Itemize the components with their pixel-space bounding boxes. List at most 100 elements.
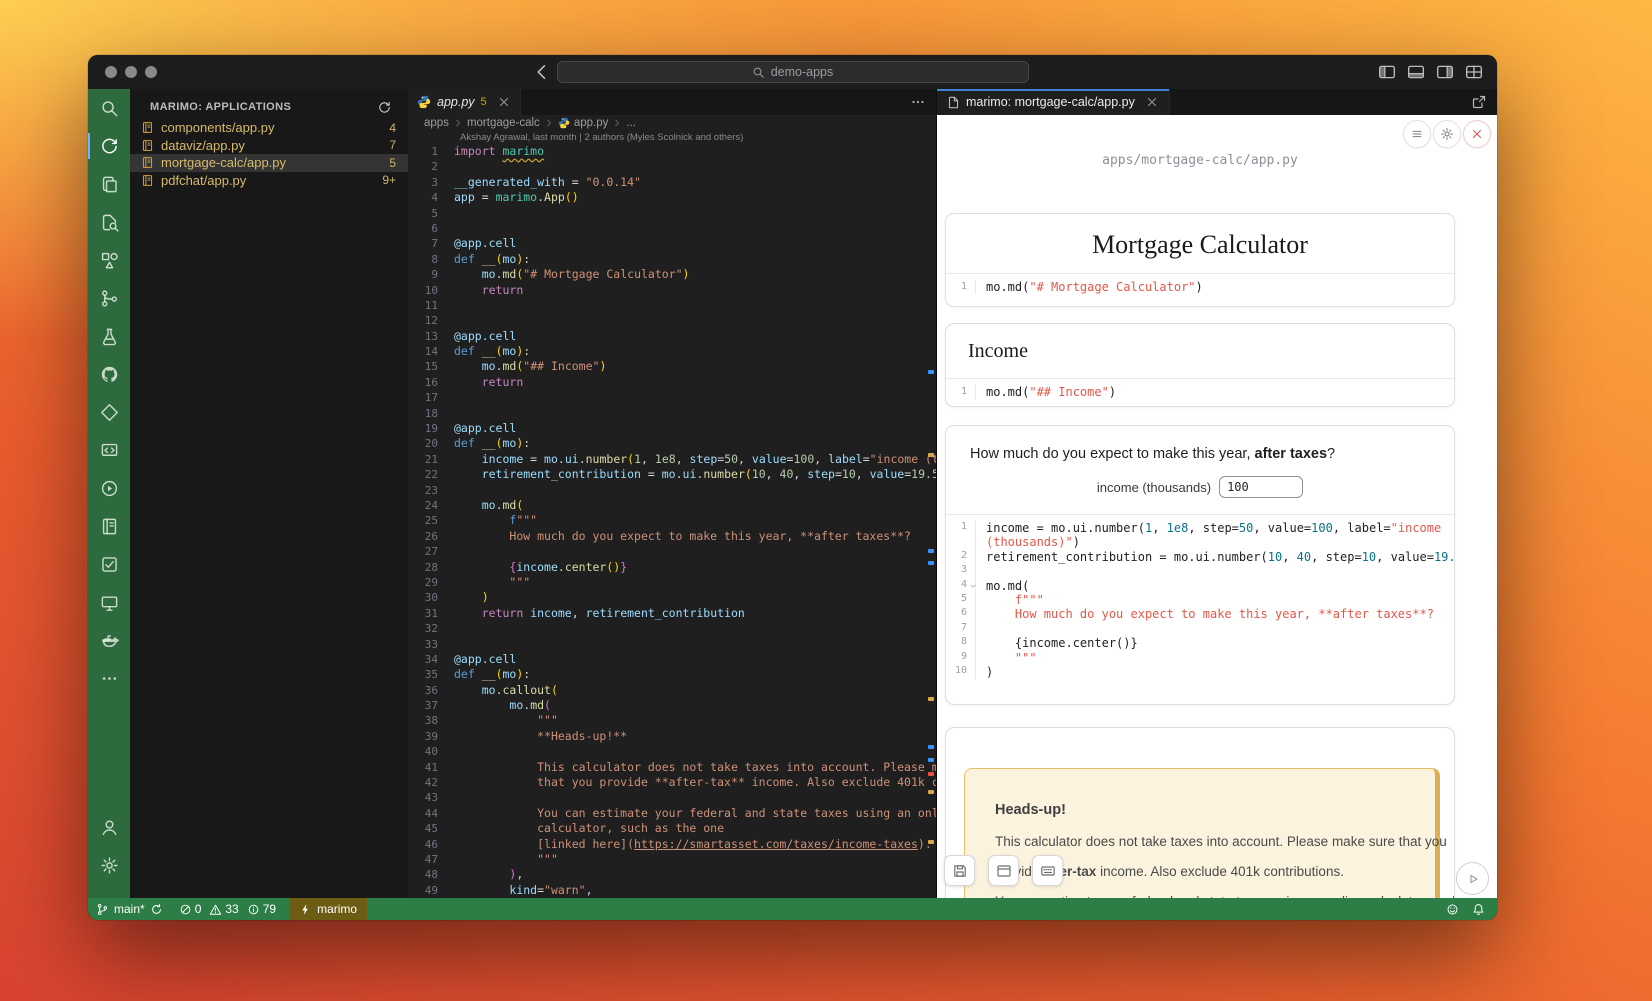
- callout-line3: You can estimate your federal and state …: [995, 891, 1419, 898]
- activity-item-shapes[interactable]: [88, 241, 130, 279]
- line-number: 13: [408, 329, 454, 344]
- code-line: 39 **Heads-up!**: [408, 729, 936, 744]
- income-input[interactable]: [1219, 476, 1303, 498]
- code-line: 28 {income.center()}: [408, 560, 936, 575]
- feedback-smiley-icon[interactable]: [1446, 903, 1459, 916]
- code-line: 9 mo.md("# Mortgage Calculator"): [408, 267, 936, 282]
- code-editor[interactable]: Akshay Agrawal, last month | 2 authors (…: [408, 131, 936, 898]
- line-content: ),: [454, 867, 523, 882]
- toggle-secondary-sidebar-icon[interactable]: [1436, 63, 1454, 81]
- minimize-window-button[interactable]: [125, 66, 137, 78]
- cell-code[interactable]: 1mo.md("## Income"): [946, 378, 1454, 405]
- activity-item-symbols[interactable]: [88, 393, 130, 431]
- file-name: pdfchat/app.py: [161, 173, 246, 188]
- open-in-browser-icon[interactable]: [1471, 94, 1487, 110]
- desktop-wallpaper: demo-apps MARIMO: APPLICATIONS component: [0, 0, 1652, 1001]
- file-search-icon: [100, 213, 119, 232]
- line-number: 10: [408, 283, 454, 298]
- cell-code[interactable]: 1mo.md("# Mortgage Calculator"): [946, 273, 1454, 300]
- line-content: app = marimo.App(): [454, 190, 579, 205]
- sidebar-file-mortgage-calc/app.py[interactable]: mortgage-calc/app.py5: [130, 154, 408, 172]
- refresh-icon[interactable]: [377, 100, 392, 115]
- search-icon: [100, 99, 119, 118]
- notifications-bell-icon[interactable]: [1472, 903, 1485, 916]
- activity-item-github[interactable]: [88, 355, 130, 393]
- marimo-status-item[interactable]: marimo: [289, 898, 367, 920]
- chevron-right-icon: [453, 118, 463, 128]
- sidebar-file-dataviz/app.py[interactable]: dataviz/app.py7: [130, 137, 408, 155]
- activity-item-docker[interactable]: [88, 621, 130, 659]
- line-content: mo.md(: [976, 579, 1029, 593]
- line-number: 16: [408, 375, 454, 390]
- line-number: 10: [946, 665, 976, 679]
- line-number: 37: [408, 698, 454, 713]
- open-as-app-button[interactable]: [988, 855, 1019, 886]
- line-number: 18: [408, 406, 454, 421]
- activity-item-checklist[interactable]: [88, 545, 130, 583]
- activity-item-remote-window[interactable]: [88, 431, 130, 469]
- line-content: """: [454, 713, 558, 728]
- activity-item-account[interactable]: [88, 808, 130, 846]
- activity-item-search[interactable]: [88, 89, 130, 127]
- line-number: 23: [408, 483, 454, 498]
- run-button[interactable]: [1456, 862, 1489, 895]
- activity-item-marimo[interactable]: [88, 127, 130, 165]
- activity-item-gear[interactable]: [88, 846, 130, 884]
- line-number: 40: [408, 744, 454, 759]
- breadcrumb-item[interactable]: apps: [424, 117, 449, 129]
- github-icon: [100, 365, 119, 384]
- line-number: 4: [408, 190, 454, 205]
- activity-item-beaker[interactable]: [88, 317, 130, 355]
- code-line: 4app = marimo.App(): [408, 190, 936, 205]
- more-actions-icon[interactable]: [910, 94, 926, 110]
- code-line: 13@app.cell: [408, 329, 936, 344]
- settings-button[interactable]: [1433, 120, 1461, 148]
- shutdown-button[interactable]: [1463, 120, 1491, 148]
- activity-item-more[interactable]: [88, 659, 130, 697]
- activity-item-copy[interactable]: [88, 165, 130, 203]
- breadcrumb-item[interactable]: ...: [626, 117, 636, 129]
- activity-item-notebook[interactable]: [88, 507, 130, 545]
- breadcrumb-item[interactable]: mortgage-calc: [467, 117, 540, 129]
- ruler-mark: [928, 745, 934, 749]
- activity-item-git-merge[interactable]: [88, 279, 130, 317]
- close-window-button[interactable]: [105, 66, 117, 78]
- activity-item-run-circle[interactable]: [88, 469, 130, 507]
- codelens-authors[interactable]: Akshay Agrawal, last month | 2 authors (…: [408, 131, 936, 144]
- hamburger-icon: [1410, 127, 1424, 141]
- notebook-file-icon: [141, 139, 154, 152]
- customize-layout-icon[interactable]: [1465, 63, 1483, 81]
- problems-item[interactable]: 0 33 79: [171, 898, 289, 920]
- line-content: mo.md("## Income"): [976, 385, 1454, 399]
- toggle-panel-icon[interactable]: [1407, 63, 1425, 81]
- tab-app-py[interactable]: app.py 5: [408, 89, 521, 115]
- code-line: 30 ): [408, 590, 936, 605]
- zoom-window-button[interactable]: [145, 66, 157, 78]
- line-content: return: [454, 283, 523, 298]
- cell-code[interactable]: 1income = mo.ui.number(1, 1e8, step=50, …: [946, 514, 1454, 685]
- toggle-sidebar-icon[interactable]: [1378, 63, 1396, 81]
- activity-item-devices[interactable]: [88, 583, 130, 621]
- app-path: apps/mortgage-calc/app.py: [945, 153, 1455, 168]
- keyboard-shortcuts-button[interactable]: [1032, 855, 1063, 886]
- close-icon[interactable]: [497, 95, 511, 109]
- line-content: def __(mo):: [454, 344, 530, 359]
- line-number: 6: [408, 221, 454, 236]
- sidebar-file-components/app.py[interactable]: components/app.py4: [130, 119, 408, 137]
- activity-item-file-search[interactable]: [88, 203, 130, 241]
- back-icon[interactable]: [532, 62, 552, 82]
- code-line: 26 How much do you expect to make this y…: [408, 529, 936, 544]
- breadcrumb-item[interactable]: app.py: [574, 117, 609, 129]
- git-branch-item[interactable]: main*: [88, 898, 171, 920]
- sync-icon: [150, 903, 163, 916]
- warning-count: 33: [225, 902, 238, 916]
- save-button[interactable]: [944, 855, 975, 886]
- tab-marimo-preview[interactable]: marimo: mortgage-calc/app.py: [937, 89, 1170, 115]
- line-content: """: [976, 651, 1037, 665]
- close-icon[interactable]: [1145, 95, 1159, 109]
- command-center-search[interactable]: demo-apps: [557, 61, 1029, 83]
- sidebar-file-pdfchat/app.py[interactable]: pdfchat/app.py9+: [130, 172, 408, 190]
- menu-button[interactable]: [1403, 120, 1431, 148]
- status-bar: main* 0 33 79 marimo: [88, 898, 1497, 920]
- notebook-file-icon: [141, 174, 154, 187]
